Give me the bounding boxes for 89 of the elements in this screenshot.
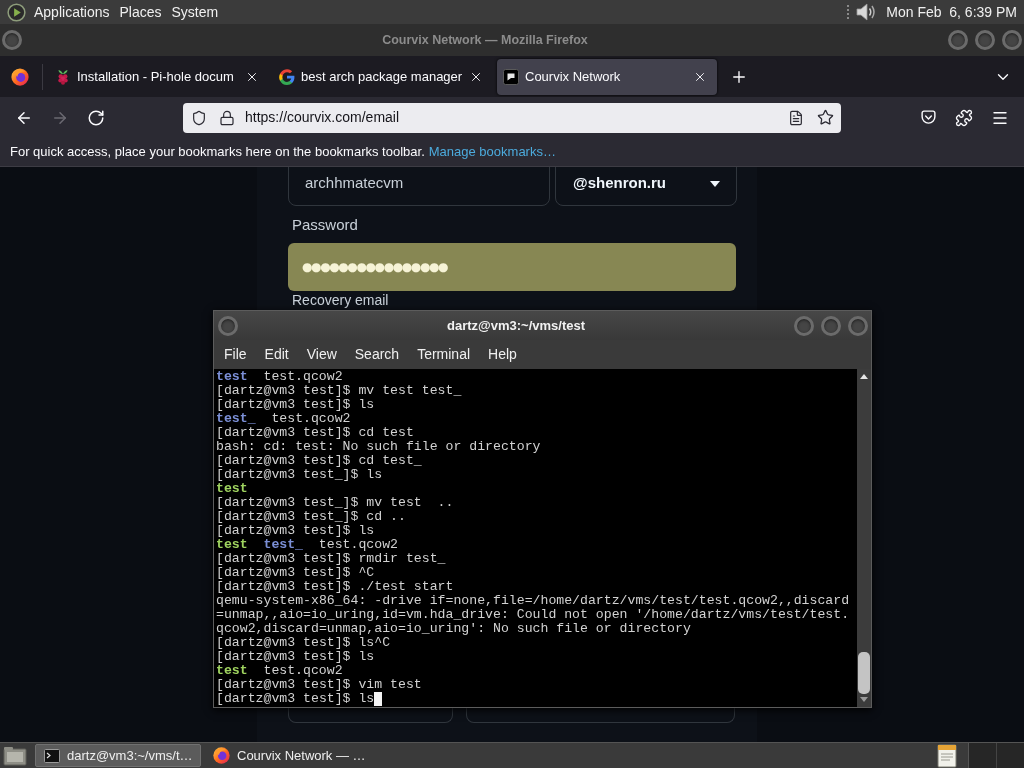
browser-tab[interactable]: Installation - Pi-hole docum bbox=[49, 58, 269, 95]
terminal-line: [dartz@vm3 test_]$ ls bbox=[216, 468, 383, 482]
play-circle-icon[interactable] bbox=[7, 2, 26, 22]
terminal-icon bbox=[44, 748, 60, 763]
scroll-up-icon[interactable] bbox=[860, 374, 868, 379]
terminal-line: [dartz@vm3 test]$ vim test bbox=[216, 678, 422, 692]
executable-name: test bbox=[216, 538, 248, 552]
star-icon[interactable] bbox=[817, 109, 834, 126]
scrollbar-thumb[interactable] bbox=[858, 652, 870, 694]
menu-item[interactable]: View bbox=[297, 344, 346, 365]
directory-name: test_ bbox=[216, 412, 256, 426]
taskbar-button[interactable]: dartz@vm3:~/vms/t… bbox=[35, 744, 201, 767]
window-menu-button[interactable] bbox=[218, 315, 238, 336]
menu-item[interactable]: Search bbox=[345, 344, 409, 365]
menu-item[interactable]: File bbox=[215, 344, 256, 365]
domain-select[interactable]: @shenron.ru bbox=[555, 167, 737, 206]
window-title: Courvix Network — Mozilla Firefox bbox=[381, 31, 589, 49]
puzzle-piece-icon[interactable] bbox=[955, 108, 973, 127]
speaker-icon[interactable] bbox=[855, 2, 878, 22]
g-logo-icon bbox=[279, 68, 295, 85]
scroll-down-icon[interactable] bbox=[860, 697, 868, 702]
raspberry-icon bbox=[55, 68, 71, 85]
circular-arrow-icon[interactable] bbox=[87, 108, 105, 127]
file-name: test.qcow2 bbox=[263, 370, 343, 384]
url-field[interactable]: https://courvix.com/email bbox=[183, 102, 841, 133]
terminal-line: [dartz@vm3 test]$ ./test start bbox=[216, 580, 454, 594]
tab-title: Installation - Pi-hole docum bbox=[77, 67, 235, 86]
terminal-line: [dartz@vm3 test]$ ls^C bbox=[216, 636, 391, 650]
lock-icon[interactable] bbox=[219, 109, 235, 126]
scrollbar[interactable] bbox=[857, 369, 871, 707]
file-name: test.qcow2 bbox=[271, 412, 351, 426]
terminal-line: [dartz@vm3 test]$ ls bbox=[216, 650, 375, 664]
terminal-line: [dartz@vm3 test]$ cd test_ bbox=[216, 454, 422, 468]
executable-name: test bbox=[216, 482, 248, 496]
taskbar-button[interactable]: Courvix Network — … bbox=[204, 744, 370, 767]
file-name: test.qcow2 bbox=[318, 538, 398, 552]
shield-chevron-icon[interactable] bbox=[920, 109, 937, 126]
browser-tab[interactable]: best arch package manager bbox=[273, 58, 493, 95]
window-control[interactable] bbox=[821, 315, 841, 336]
terminal-line: [dartz@vm3 test]$ ls bbox=[216, 524, 375, 538]
tab-title: Courvix Network bbox=[525, 67, 622, 86]
document-icon[interactable] bbox=[788, 109, 804, 126]
browser-logo-icon bbox=[11, 67, 29, 86]
shield-icon[interactable] bbox=[191, 109, 207, 126]
terminal-line: [dartz@vm3 test]$ ls bbox=[216, 692, 375, 706]
panel-menu[interactable]: Places bbox=[114, 0, 167, 24]
url-text[interactable]: https://courvix.com/email bbox=[245, 107, 400, 128]
terminal-line: bash: cd: test: No such file or directory bbox=[216, 440, 541, 454]
workspace-switcher[interactable] bbox=[968, 742, 1024, 768]
file-name: test.qcow2 bbox=[263, 664, 343, 678]
terminal-line: =unmap,,aio=io_uring,id=vm.hda_drive: Could not open '/home/dartz/vms/test/test. bbox=[216, 608, 850, 622]
terminal-line: qcow2,discard=unmap,aio=io_uring': No such file or directory bbox=[216, 622, 691, 636]
terminal-line: [dartz@vm3 test]$ rmdir test_ bbox=[216, 552, 446, 566]
menu-item[interactable]: Terminal bbox=[408, 344, 480, 365]
window-control[interactable] bbox=[1002, 30, 1022, 50]
notepad-icon[interactable] bbox=[936, 743, 958, 768]
terminal-line: [dartz@vm3 test]$ mv test test_ bbox=[216, 384, 462, 398]
field-label: Password bbox=[292, 216, 358, 234]
browser-tab[interactable]: Courvix Network bbox=[497, 58, 717, 95]
window-control[interactable] bbox=[975, 30, 995, 50]
panel-clock[interactable]: Mon Feb 6, 6:39 PM bbox=[886, 1, 1017, 23]
window-menu-button[interactable] bbox=[2, 30, 22, 50]
site-logo-icon bbox=[503, 68, 519, 85]
tab-title: best arch package manager bbox=[301, 67, 463, 86]
terminal-line: [dartz@vm3 test]$ cd test bbox=[216, 426, 414, 440]
panel-menu[interactable]: System bbox=[166, 0, 224, 24]
window-control[interactable] bbox=[848, 315, 868, 336]
dotted-line-icon bbox=[847, 5, 850, 19]
bookmarks-hint: For quick access, place your bookmarks here on the bookmarks toolbar. bbox=[10, 143, 425, 162]
terminal-line: [dartz@vm3 test_]$ cd .. bbox=[216, 510, 406, 524]
menu-item[interactable]: Help bbox=[479, 344, 526, 365]
window-control[interactable] bbox=[948, 30, 968, 50]
window-control[interactable] bbox=[794, 315, 814, 336]
terminal-line: [dartz@vm3 test_]$ mv test .. bbox=[216, 496, 454, 510]
panel-menu[interactable]: Applications bbox=[29, 0, 115, 24]
manage-bookmarks-link[interactable]: Manage bookmarks… bbox=[428, 142, 556, 162]
terminal-line: [dartz@vm3 test]$ ls bbox=[216, 398, 375, 412]
executable-name: test bbox=[216, 664, 248, 678]
browser-logo-icon bbox=[213, 747, 230, 764]
caret-down-icon bbox=[710, 180, 720, 187]
menu-item[interactable]: Edit bbox=[255, 344, 298, 365]
terminal-line: qemu-system-x86_64: -drive if=none,file=/home/dartz/vms/test/test.qcow2,,discard bbox=[216, 594, 850, 608]
terminal-line: [dartz@vm3 test]$ ^C bbox=[216, 566, 375, 580]
folder-icon[interactable] bbox=[3, 745, 27, 766]
directory-name: test_ bbox=[263, 538, 304, 552]
window-title: dartz@vm3:~/vms/test bbox=[445, 316, 586, 335]
field-label: Recovery email bbox=[292, 292, 389, 308]
directory-name: test bbox=[216, 370, 248, 384]
username-field[interactable]: archhmatecvm bbox=[288, 167, 550, 206]
